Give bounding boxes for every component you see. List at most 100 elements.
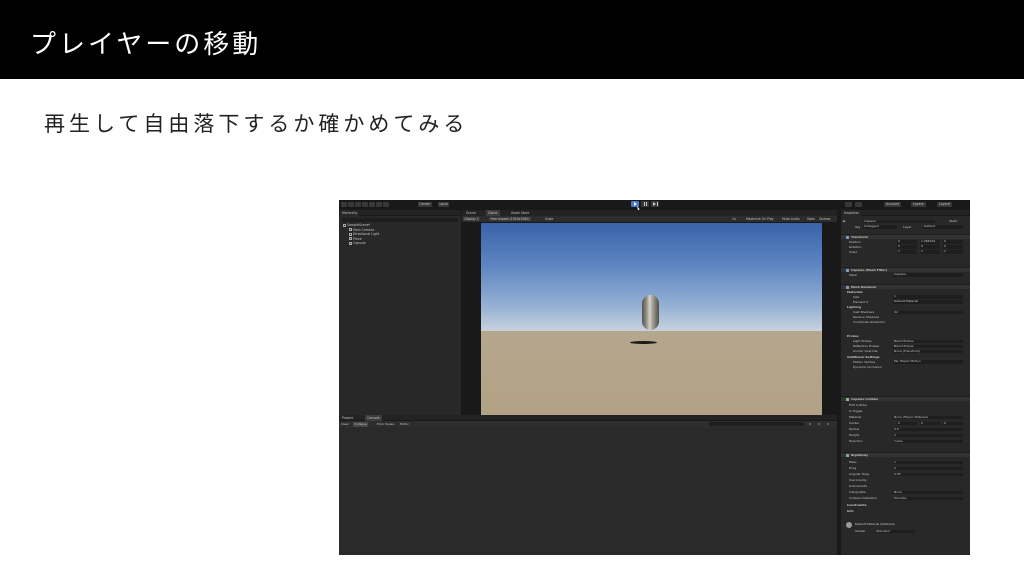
pivot-toggle[interactable]: Center	[418, 201, 432, 207]
edit-collider-row: Edit Collider	[849, 403, 868, 407]
center-x-field[interactable]: 0	[897, 421, 917, 426]
interpolate-dropdown[interactable]: None	[893, 490, 963, 495]
mute-audio-toggle[interactable]: Mute Audio	[782, 216, 800, 222]
slide-body-text: 再生して自由落下するか確かめてみる	[44, 112, 469, 136]
mesh-filter-header[interactable]: Capsule (Mesh Filter)	[841, 267, 970, 272]
scale-y-field[interactable]: 1	[920, 250, 940, 254]
hierarchy-search-input[interactable]	[342, 217, 458, 222]
object-name-row: Capsule Static	[841, 219, 970, 224]
direction-row: Direction Y-Axis	[841, 439, 970, 444]
game-viewport[interactable]	[481, 223, 822, 415]
use-gravity-row: Use Gravity	[849, 478, 867, 482]
element0-row: Element 0 Default-Material	[841, 300, 970, 305]
scale-tool-icon[interactable]	[362, 201, 368, 207]
display-dropdown[interactable]: Display 1	[463, 217, 481, 221]
collider-material-row: Material None (Physic Material)	[841, 415, 970, 420]
console-error-count[interactable]: 0	[827, 422, 829, 426]
active-checkbox[interactable]	[842, 219, 846, 223]
pause-button[interactable]	[641, 201, 649, 207]
static-toggle[interactable]: Static	[949, 219, 958, 224]
hierarchy-item[interactable]: Capsule	[349, 241, 461, 246]
custom-tool-icon[interactable]	[383, 201, 389, 207]
hand-tool-icon[interactable]	[341, 201, 347, 207]
anchor-override-row: Anchor Override None (Transform)	[841, 349, 970, 354]
gameobject-icon	[349, 241, 352, 245]
account-dropdown[interactable]: Account	[884, 201, 901, 207]
collision-detection-dropdown[interactable]: Discrete	[893, 496, 963, 501]
scale-row: Scale 1 1 1	[841, 250, 970, 255]
console-warning-count[interactable]: 0	[818, 422, 820, 426]
scale-label: Scale	[545, 217, 554, 221]
shader-dropdown[interactable]: Standard	[875, 529, 915, 534]
transform-tool-icon[interactable]	[376, 201, 382, 207]
light-probes-dropdown[interactable]: Blend Probes	[893, 339, 963, 344]
game-options-bar: Display 1 Free Aspect (1920x1080) Scale …	[462, 216, 837, 222]
is-kinematic-row: Is Kinematic	[849, 484, 868, 488]
tab-hierarchy[interactable]: Hierarchy	[340, 210, 360, 216]
motion-vectors-dropdown[interactable]: Per Object Motion	[893, 360, 963, 364]
material-row[interactable]: Default-Material (Material)	[841, 522, 970, 528]
position-y-field[interactable]: 1.066229	[920, 240, 940, 244]
drag-field[interactable]: 0	[893, 466, 963, 471]
rect-tool-icon[interactable]	[369, 201, 375, 207]
scale-z-field[interactable]: 1	[943, 250, 963, 254]
reflection-probes-dropdown[interactable]: Blend Probes	[893, 344, 963, 349]
contribute-gi-row: Contribute Global Illu	[853, 320, 885, 324]
mesh-field[interactable]: Capsule	[893, 273, 963, 277]
stats-toggle[interactable]: Stats	[807, 216, 815, 222]
position-x-field[interactable]: 0	[897, 240, 917, 244]
tab-inspector[interactable]: Inspector	[842, 210, 861, 216]
move-tool-icon[interactable]	[348, 201, 354, 207]
step-button[interactable]	[651, 201, 659, 207]
rigidbody-header[interactable]: Rigidbody	[841, 452, 970, 457]
console-log-count[interactable]: 0	[809, 422, 811, 426]
position-z-field[interactable]: 0	[943, 240, 963, 244]
console-search-input[interactable]	[709, 422, 804, 426]
console-editor-dropdown[interactable]: Editor	[399, 422, 410, 427]
mesh-renderer-header[interactable]: Mesh Renderer	[841, 284, 970, 289]
center-z-field[interactable]: 0	[943, 421, 963, 426]
maximize-on-play-toggle[interactable]: Maximize On Play	[746, 216, 773, 222]
constraints-foldout[interactable]: Constraints	[841, 503, 970, 508]
capsule-shadow	[630, 341, 657, 344]
object-name-field[interactable]: Capsule	[863, 219, 935, 224]
tag-dropdown[interactable]: Untagged	[863, 225, 897, 229]
drag-row: Drag 0	[841, 466, 970, 471]
radius-field[interactable]: 0.5	[893, 427, 963, 432]
element0-field[interactable]: Default-Material	[893, 300, 963, 304]
dynamic-occlusion-row: Dynamic Occlusion	[853, 364, 882, 369]
console-error-pause-toggle[interactable]: Error Pause	[376, 422, 395, 427]
mass-field[interactable]: 1	[893, 460, 963, 465]
height-field[interactable]: 2	[893, 433, 963, 438]
gizmos-dropdown[interactable]: Gizmos	[819, 216, 830, 222]
rotate-tool-icon[interactable]	[355, 201, 361, 207]
transform-header[interactable]: Transform	[841, 234, 970, 239]
center-row: Center 0 0 0	[841, 421, 970, 426]
layers-dropdown[interactable]: Layers	[911, 201, 926, 207]
center-y-field[interactable]: 0	[920, 421, 940, 426]
console-collapse-toggle[interactable]: Collapse	[353, 421, 368, 427]
mesh-row: Mesh Capsule	[841, 273, 970, 278]
collider-material-field[interactable]: None (Physic Material)	[893, 415, 963, 420]
capsule-object	[642, 295, 659, 330]
rotation-z-field[interactable]: 0	[943, 245, 963, 249]
scale-x-field[interactable]: 1	[897, 250, 917, 254]
console-clear-button[interactable]: Clear	[340, 422, 350, 427]
layer-dropdown[interactable]: Default	[923, 225, 963, 229]
rotation-x-field[interactable]: 0	[897, 245, 917, 249]
gameobject-icon	[349, 232, 352, 236]
cast-shadows-dropdown[interactable]: On	[893, 310, 963, 315]
anchor-override-field[interactable]: None (Transform)	[893, 349, 963, 354]
layout-dropdown[interactable]: Layout	[937, 201, 952, 207]
resolution-dropdown[interactable]: Free Aspect (1920x1080)	[489, 217, 532, 221]
info-foldout[interactable]: Info	[841, 509, 970, 514]
angular-drag-field[interactable]: 0.05	[893, 472, 963, 477]
cloud-icon[interactable]	[855, 201, 862, 207]
space-toggle[interactable]: Local	[438, 201, 450, 207]
rotation-y-field[interactable]: 0	[920, 245, 940, 249]
materials-size-field[interactable]: 1	[893, 295, 963, 299]
collab-icon[interactable]	[845, 201, 852, 207]
direction-dropdown[interactable]: Y-Axis	[893, 439, 963, 444]
scene-icon	[343, 223, 346, 227]
capsule-collider-header[interactable]: Capsule Collider	[841, 396, 970, 401]
